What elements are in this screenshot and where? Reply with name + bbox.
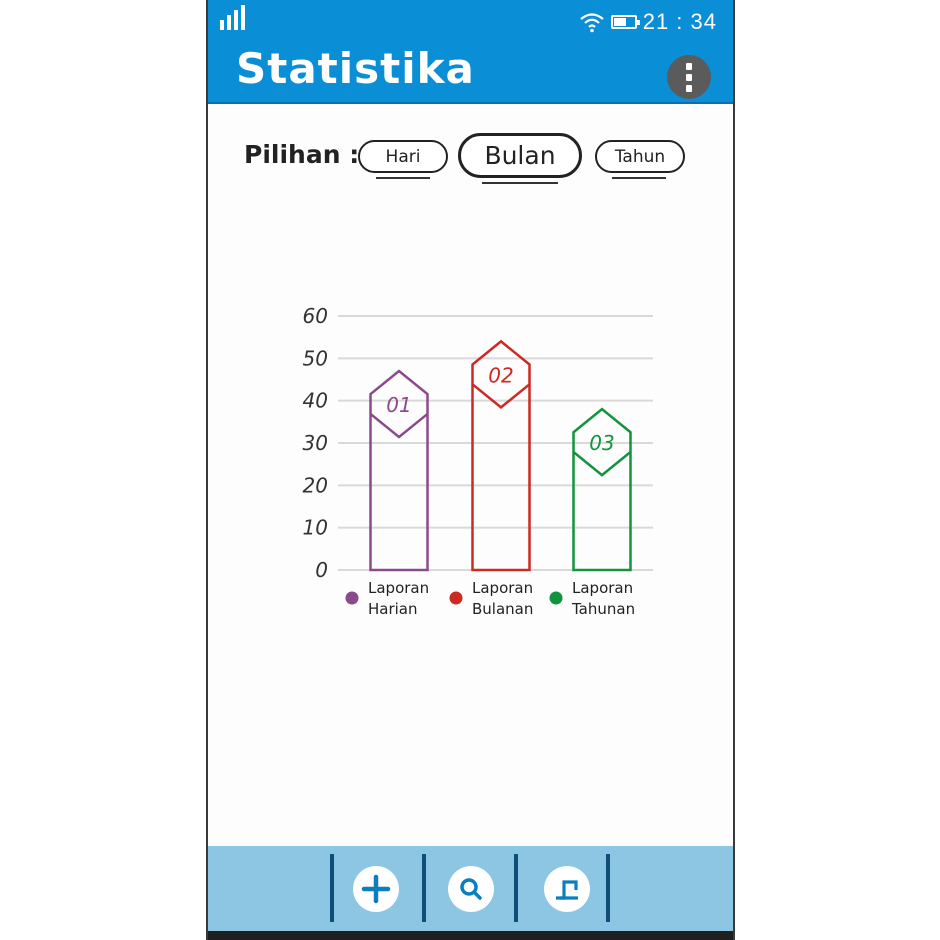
legend-marker [345, 591, 359, 605]
y-tick-label: 30 [303, 431, 328, 455]
legend-marker [449, 591, 463, 605]
filter-option-tahun[interactable]: Tahun [595, 140, 685, 173]
report-bar-chart: 0 10 20 30 40 50 60 01 02 03 Laporan Harian Laporan B… [303, 304, 653, 618]
wifi-icon [580, 13, 604, 33]
battery-icon [610, 15, 640, 29]
y-tick-label: 10 [303, 516, 328, 540]
y-tick-label: 40 [303, 389, 328, 413]
filter-option-hari[interactable]: Hari [358, 140, 448, 173]
legend-label: Laporan [572, 579, 633, 597]
overflow-menu-button[interactable] [667, 55, 711, 99]
bottom-nav [208, 846, 733, 931]
legend-label: Harian [368, 600, 418, 618]
filter-underline [376, 177, 430, 179]
y-tick-label: 20 [303, 473, 328, 497]
bar-badge-outline [471, 383, 531, 410]
filter-underline [482, 182, 558, 184]
exit-button[interactable] [544, 866, 590, 912]
nav-divider [422, 854, 426, 922]
search-icon [460, 878, 482, 900]
y-tick-label: 60 [303, 304, 328, 328]
legend-label: Laporan [472, 579, 533, 597]
filter-label: Pilihan : [244, 140, 360, 169]
y-tick-label: 0 [315, 558, 328, 582]
filter-underline [612, 177, 666, 179]
app-header: 21 : 34 Statistika [208, 0, 733, 104]
bottom-edge [208, 931, 733, 940]
bar-badge-label: 02 [488, 363, 513, 387]
page-title: Statistika [236, 44, 475, 93]
filter-option-label: Hari [385, 146, 421, 167]
signal-icon [220, 4, 248, 30]
bar-badge-outline [572, 451, 632, 477]
filter-option-label: Bulan [484, 141, 556, 170]
legend-marker [549, 591, 563, 605]
filter-option-label: Tahun [614, 146, 666, 167]
search-button[interactable] [448, 866, 494, 912]
period-filter: Pilihan : Hari Bulan Tahun [208, 132, 733, 192]
legend-label: Bulanan [472, 600, 533, 618]
plus-icon [361, 874, 391, 904]
more-vert-icon [686, 62, 692, 70]
nav-divider [330, 854, 334, 922]
status-bar: 21 : 34 [579, 8, 717, 36]
phone-screen: 21 : 34 Statistika Pilihan : Hari Bulan … [206, 0, 735, 940]
filter-option-bulan[interactable]: Bulan [458, 133, 582, 178]
exit-icon [556, 880, 578, 900]
nav-divider [514, 854, 518, 922]
nav-divider [606, 854, 610, 922]
status-time: 21 : 34 [642, 9, 717, 34]
legend-label: Laporan [368, 579, 429, 597]
add-button[interactable] [353, 866, 399, 912]
bar-badge-label: 03 [589, 431, 614, 455]
bar-badge-outline [369, 412, 429, 439]
bar-badge-label: 01 [386, 393, 411, 417]
legend-label: Tahunan [571, 600, 635, 618]
y-tick-label: 50 [303, 346, 328, 370]
